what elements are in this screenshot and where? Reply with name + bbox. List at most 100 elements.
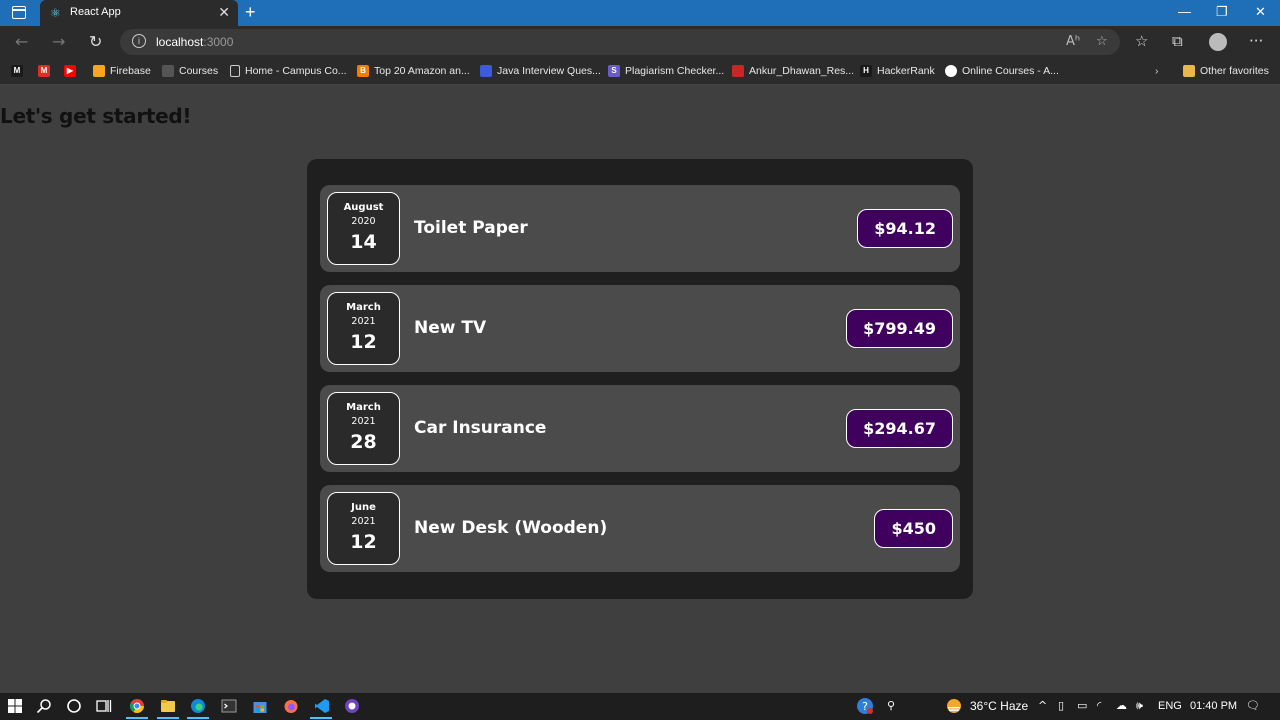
chrome-icon[interactable]: [129, 698, 145, 714]
bookmark-item[interactable]: M: [11, 64, 23, 78]
bookmark-label: Plagiarism Checker...: [625, 65, 725, 77]
expense-day: 12: [350, 331, 377, 353]
expense-title: New TV: [414, 318, 487, 338]
expense-year: 2021: [351, 516, 376, 527]
close-window-button[interactable]: ✕: [1255, 4, 1266, 20]
url-text[interactable]: localhost:3000: [156, 35, 233, 49]
weather-text[interactable]: 36°C Haze: [970, 699, 1028, 713]
bookmark-item[interactable]: S Plagiarism Checker...: [608, 64, 724, 78]
task-view-icon[interactable]: [96, 698, 112, 714]
bookmark-label: Firebase: [110, 65, 151, 77]
bookmark-label: Courses: [179, 65, 219, 77]
expense-date: June 2021 12: [327, 492, 400, 565]
expense-item: August 2020 14 Toilet Paper $94.12: [320, 185, 960, 272]
help-icon[interactable]: ?: [856, 697, 874, 715]
add-favorite-icon[interactable]: ☆: [1096, 34, 1108, 49]
bookmark-item[interactable]: H HackerRank: [860, 64, 935, 78]
back-icon[interactable]: ←: [15, 32, 28, 51]
more-bookmarks-chevron-icon[interactable]: ›: [1155, 64, 1159, 78]
new-tab-button[interactable]: +: [245, 2, 256, 23]
windows-taskbar: ? ⚲ 36°C Haze ^ ▯ ▭ ◜ ☁ 🕪 ENG 01:40 PM 🗨: [0, 693, 1280, 720]
bookmark-item[interactable]: M: [38, 64, 50, 78]
explorer-active-indicator: [157, 717, 179, 719]
bookmark-item[interactable]: ▶: [64, 64, 76, 78]
favorites-icon[interactable]: ☆: [1135, 32, 1148, 50]
bookmark-label: Top 20 Amazon an...: [374, 65, 470, 77]
expense-day: 12: [350, 531, 377, 553]
expense-month: August: [343, 202, 384, 213]
edge-icon[interactable]: [190, 698, 206, 714]
folder-icon: [1183, 65, 1195, 77]
chrome-active-indicator: [126, 717, 148, 719]
expense-item: June 2021 12 New Desk (Wooden) $450: [320, 485, 960, 572]
edge-active-indicator: [187, 717, 209, 719]
expense-month: June: [351, 502, 376, 513]
bookmark-item[interactable]: Ankur_Dhawan_Res...: [732, 64, 854, 78]
expense-amount: $799.49: [846, 309, 953, 348]
sst-icon: S: [608, 65, 620, 77]
bookmark-item[interactable]: Home - Campus Co...: [230, 64, 347, 78]
profile-avatar[interactable]: [1209, 33, 1227, 51]
github-desktop-icon[interactable]: [344, 698, 360, 714]
wifi-icon[interactable]: ◜: [1097, 699, 1101, 712]
expense-title: New Desk (Wooden): [414, 518, 608, 538]
windows-start-icon[interactable]: [7, 698, 23, 714]
bookmark-item[interactable]: Courses: [162, 64, 218, 78]
battery-icon[interactable]: ▭: [1077, 699, 1087, 712]
show-hidden-icons-chevron-icon[interactable]: ^: [1038, 699, 1047, 712]
language-indicator[interactable]: ENG: [1158, 700, 1182, 712]
site-icon: [480, 65, 492, 77]
site-info-icon[interactable]: i: [132, 34, 146, 48]
expense-month: March: [346, 302, 381, 313]
refresh-icon[interactable]: ↻: [89, 32, 102, 51]
tab-title: React App: [70, 6, 121, 18]
browser-title-bar: ⚛ React App ✕ + — ❐ ✕: [0, 0, 1280, 26]
page-content: Let's get started! August 2020 14 Toilet…: [0, 86, 1280, 693]
volume-icon[interactable]: 🕪: [1136, 699, 1143, 713]
bookmark-item[interactable]: Online Courses - A...: [945, 64, 1059, 78]
store-icon[interactable]: [252, 698, 268, 714]
expense-date: August 2020 14: [327, 192, 400, 265]
file-explorer-icon[interactable]: [160, 698, 176, 714]
bookmark-item[interactable]: Java Interview Ques...: [480, 64, 601, 78]
gmail-icon: M: [38, 65, 50, 77]
bookmark-item[interactable]: B Top 20 Amazon an...: [357, 64, 470, 78]
people-icon[interactable]: ⚲: [887, 699, 895, 712]
search-icon[interactable]: [36, 698, 52, 714]
onedrive-icon[interactable]: ☁: [1116, 699, 1127, 712]
cortana-icon[interactable]: [66, 698, 82, 714]
expense-item: March 2021 28 Car Insurance $294.67: [320, 385, 960, 472]
expense-title: Car Insurance: [414, 418, 547, 438]
clock[interactable]: 01:40 PM: [1190, 700, 1237, 712]
bookmark-item[interactable]: Firebase: [93, 64, 151, 78]
tab-react-app[interactable]: ⚛ React App ✕: [40, 0, 238, 26]
bookmark-label: Home - Campus Co...: [245, 65, 347, 77]
address-bar[interactable]: i localhost:3000 Aʰ ☆: [120, 29, 1120, 55]
expense-year: 2021: [351, 416, 376, 427]
tab-close-icon[interactable]: ✕: [218, 4, 230, 21]
device-icon[interactable]: ▯: [1058, 699, 1064, 712]
restore-button[interactable]: ❐: [1216, 4, 1228, 20]
expenses-card: August 2020 14 Toilet Paper $94.12 March…: [307, 159, 973, 599]
collections-icon[interactable]: ⧉: [1172, 32, 1183, 50]
firefox-icon[interactable]: [283, 698, 299, 714]
bookmark-other-favorites[interactable]: Other favorites: [1183, 64, 1269, 78]
terminal-icon[interactable]: [221, 698, 237, 714]
forward-icon[interactable]: →: [52, 32, 65, 51]
blogger-icon: B: [357, 65, 369, 77]
courses-icon: [162, 65, 174, 77]
read-aloud-icon[interactable]: Aʰ: [1066, 34, 1080, 49]
page-icon: [230, 65, 240, 77]
tab-actions-icon[interactable]: [12, 6, 26, 19]
bookmark-label: Ankur_Dhawan_Res...: [749, 65, 855, 77]
vscode-icon[interactable]: [314, 698, 330, 714]
expense-title: Toilet Paper: [414, 218, 528, 238]
expense-year: 2021: [351, 316, 376, 327]
weather-haze-icon[interactable]: [946, 698, 962, 714]
minimize-button[interactable]: —: [1178, 4, 1191, 19]
bookmark-label: Online Courses - A...: [962, 65, 1059, 77]
more-menu-icon[interactable]: ···: [1249, 32, 1263, 50]
expense-year: 2020: [351, 216, 376, 227]
notifications-icon[interactable]: 🗨: [1246, 699, 1260, 712]
online-courses-icon: [945, 65, 957, 77]
